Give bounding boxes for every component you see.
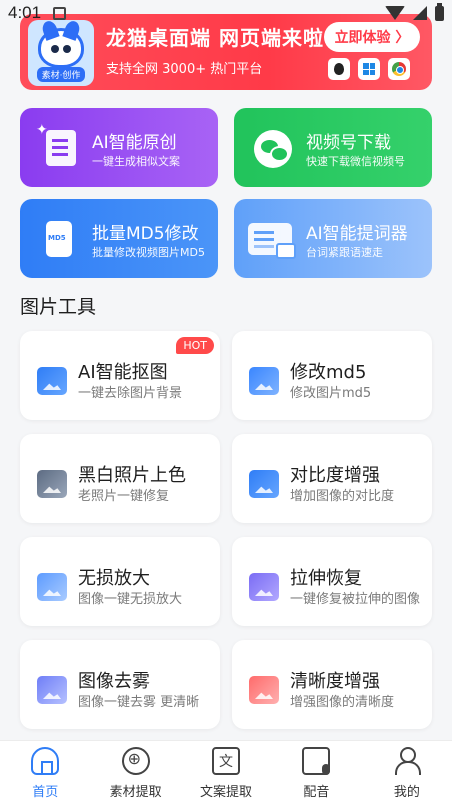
nav-label: 首页	[32, 785, 59, 800]
feature-desc: 台词紧跟语速走	[306, 246, 383, 259]
tool-hd-enhance[interactable]: 清晰度增强 增强图像的清晰度	[232, 640, 432, 729]
chrome-icon	[388, 58, 410, 80]
contrast-icon	[249, 470, 279, 498]
md5-image-icon	[249, 367, 279, 395]
notification-icon	[53, 6, 67, 20]
status-bar: 4:01	[0, 0, 452, 26]
feature-batch-md5[interactable]: MD5 批量MD5修改 批量修改视频图片MD5	[20, 199, 218, 278]
text-extract-icon: 文	[212, 747, 241, 775]
signal-icon	[413, 6, 427, 20]
dehaze-icon	[37, 676, 67, 704]
tool-dehaze[interactable]: 图像去雾 图像一键去雾 更清晰	[20, 640, 220, 729]
hot-badge: HOT	[176, 337, 214, 354]
teleprompter-icon	[248, 219, 296, 259]
stretch-restore-icon	[249, 573, 279, 601]
tool-title: AI智能抠图	[78, 362, 168, 383]
colorize-icon	[37, 470, 67, 498]
tool-desc: 增加图像的对比度	[290, 489, 395, 504]
nav-dubbing[interactable]: 配音	[271, 741, 361, 804]
upscale-icon	[37, 573, 67, 601]
tool-contrast[interactable]: 对比度增强 增加图像的对比度	[232, 434, 432, 523]
mascot-label: 素材·创作	[36, 67, 86, 82]
feature-desc: 快速下载微信视频号	[306, 155, 405, 168]
ai-document-icon: ✦	[36, 122, 80, 168]
nav-label: 文案提取	[200, 785, 253, 800]
md5-icon-text: MD5	[48, 234, 66, 242]
tool-title: 对比度增强	[290, 465, 380, 486]
dubbing-icon	[302, 747, 331, 775]
status-indicators	[385, 2, 444, 21]
tool-ai-cutout[interactable]: HOT AI智能抠图 一键去除图片背景	[20, 331, 220, 420]
md5-file-icon: MD5	[40, 219, 80, 259]
nav-label: 我的	[393, 785, 420, 800]
home-icon	[31, 747, 60, 775]
feature-teleprompter[interactable]: AI智能提词器 台词紧跟语速走	[234, 199, 432, 278]
nav-label: 配音	[303, 785, 330, 800]
material-extract-icon	[121, 747, 150, 775]
tool-desc: 老照片一键修复	[78, 489, 170, 504]
tool-title: 无损放大	[78, 568, 150, 589]
tool-modify-md5[interactable]: 修改md5 修改图片md5	[232, 331, 432, 420]
mascot-logo: 素材·创作	[28, 19, 94, 86]
feature-title: AI智能原创	[92, 133, 177, 153]
section-title-image-tools: 图片工具	[20, 296, 97, 318]
tool-colorize[interactable]: 黑白照片上色 老照片一键修复	[20, 434, 220, 523]
feature-title: 视频号下载	[306, 133, 391, 153]
tool-title: 图像去雾	[78, 671, 150, 692]
nav-profile[interactable]: 我的	[362, 741, 452, 804]
tool-title: 清晰度增强	[290, 671, 380, 692]
platform-icons	[328, 58, 410, 80]
tool-desc: 图像一键无损放大	[78, 592, 183, 607]
feature-ai-original[interactable]: ✦ AI智能原创 一键生成相似文案	[20, 108, 218, 187]
feature-title: 批量MD5修改	[92, 224, 199, 244]
cutout-icon	[37, 367, 67, 395]
mascot-face-icon	[38, 19, 84, 68]
nav-label: 素材提取	[109, 785, 162, 800]
windows-icon	[358, 58, 380, 80]
status-time: 4:01	[8, 3, 42, 22]
tool-desc: 一键修复被拉伸的图像	[290, 592, 421, 607]
tool-title: 拉伸恢复	[290, 568, 362, 589]
bottom-nav: 首页 素材提取 文 文案提取 配音 我的	[0, 740, 452, 804]
tool-upscale[interactable]: 无损放大 图像一键无损放大	[20, 537, 220, 626]
tool-desc: 增强图像的清晰度	[290, 695, 395, 710]
nav-home[interactable]: 首页	[0, 741, 90, 804]
tool-title: 修改md5	[290, 362, 367, 383]
wifi-icon	[385, 6, 405, 20]
hd-enhance-icon	[249, 676, 279, 704]
tool-stretch-restore[interactable]: 拉伸恢复 一键修复被拉伸的图像	[232, 537, 432, 626]
apple-icon	[328, 58, 350, 80]
feature-title: AI智能提词器	[306, 224, 408, 244]
nav-material-extract[interactable]: 素材提取	[90, 741, 180, 804]
nav-text-extract[interactable]: 文 文案提取	[181, 741, 271, 804]
tool-desc: 一键去除图片背景	[78, 386, 183, 401]
tool-desc: 图像一键去雾 更清晰	[78, 695, 200, 710]
tool-desc: 修改图片md5	[290, 386, 372, 401]
battery-icon	[435, 2, 444, 21]
feature-desc: 批量修改视频图片MD5	[92, 246, 205, 259]
wechat-icon	[254, 128, 294, 168]
feature-video-download[interactable]: 视频号下载 快速下载微信视频号	[234, 108, 432, 187]
banner-subtitle: 支持全网 3000+ 热门平台	[106, 62, 263, 77]
tool-title: 黑白照片上色	[78, 465, 186, 486]
try-now-button[interactable]: 立即体验 〉	[324, 22, 420, 52]
profile-icon	[393, 747, 421, 775]
feature-desc: 一键生成相似文案	[92, 155, 180, 168]
banner-title: 龙猫桌面端 网页端来啦	[106, 26, 324, 50]
